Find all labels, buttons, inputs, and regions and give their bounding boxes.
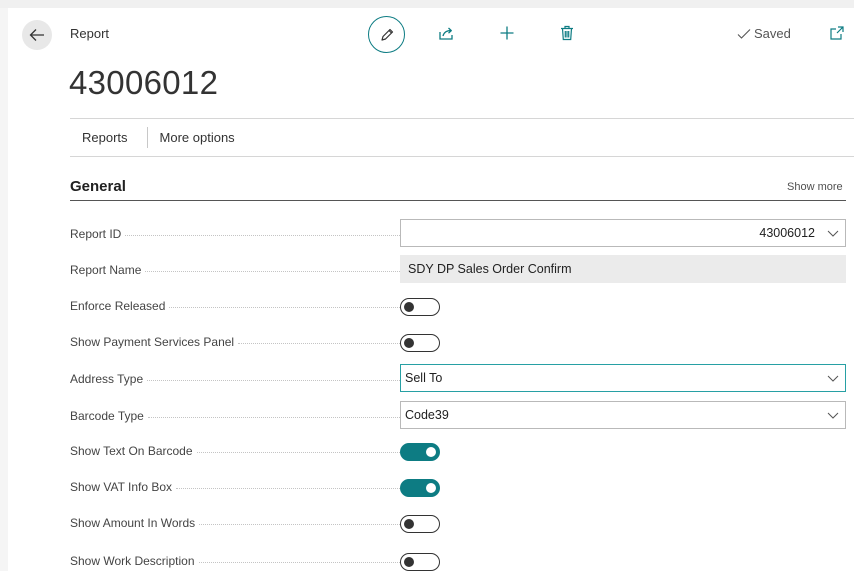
field-enforce-released: Enforce Released — [70, 291, 846, 321]
field-report-id: Report ID 43006012 — [70, 219, 846, 249]
field-address-type: Address Type Sell To — [70, 364, 846, 394]
field-show-work-description: Show Work Description — [70, 546, 846, 571]
back-arrow-icon — [29, 29, 44, 41]
field-show-text-on-barcode: Show Text On Barcode — [70, 436, 846, 466]
action-bar: Reports More options — [70, 119, 247, 156]
show-amount-in-words-toggle[interactable] — [400, 515, 440, 533]
page-title: 43006012 — [69, 64, 219, 101]
action-more-options[interactable]: More options — [148, 130, 247, 145]
field-show-amount-in-words: Show Amount In Words — [70, 508, 846, 538]
field-barcode-type: Barcode Type Code39 — [70, 401, 846, 431]
chevron-down-icon — [821, 230, 845, 237]
field-show-payment-services-panel: Show Payment Services Panel — [70, 327, 846, 357]
field-label: Address Type — [70, 372, 144, 386]
field-label: Show Payment Services Panel — [70, 335, 235, 349]
edit-button[interactable] — [368, 16, 405, 53]
share-icon — [439, 27, 453, 40]
share-button[interactable] — [435, 22, 457, 44]
action-reports[interactable]: Reports — [70, 130, 147, 145]
section-rule — [70, 200, 846, 201]
pencil-icon — [380, 28, 393, 41]
checkmark-icon — [737, 28, 751, 39]
field-report-name: Report Name SDY DP Sales Order Confirm — [70, 255, 846, 285]
field-label: Report Name — [70, 263, 142, 277]
field-show-vat-info-box: Show VAT Info Box — [70, 472, 846, 502]
delete-button[interactable] — [556, 22, 578, 44]
trash-icon — [561, 25, 573, 41]
show-payment-services-panel-toggle[interactable] — [400, 334, 440, 352]
new-button[interactable] — [496, 22, 518, 44]
show-text-on-barcode-toggle[interactable] — [400, 443, 440, 461]
pop-out-icon — [830, 26, 844, 40]
address-type-select[interactable]: Sell To — [400, 364, 846, 392]
barcode-type-select[interactable]: Code39 — [400, 401, 846, 429]
field-label: Barcode Type — [70, 409, 144, 423]
top-strip — [0, 0, 854, 8]
saved-status: Saved — [737, 26, 791, 41]
show-vat-info-box-toggle[interactable] — [400, 479, 440, 497]
chevron-down-icon — [821, 412, 845, 419]
field-label: Report ID — [70, 227, 122, 241]
field-label: Enforce Released — [70, 299, 166, 313]
plus-icon — [500, 26, 514, 40]
field-label: Show Amount In Words — [70, 516, 196, 530]
report-id-value: 43006012 — [759, 226, 815, 240]
chevron-down-icon — [821, 375, 845, 382]
field-label: Show Text On Barcode — [70, 444, 193, 458]
back-button[interactable] — [22, 20, 52, 50]
page-caption: Report — [70, 26, 110, 41]
section-title[interactable]: General — [70, 178, 126, 195]
saved-label: Saved — [754, 26, 791, 41]
report-name-value: SDY DP Sales Order Confirm — [400, 255, 846, 283]
barcode-type-value: Code39 — [405, 408, 449, 422]
show-more-link[interactable]: Show more — [787, 181, 843, 193]
field-label: Show VAT Info Box — [70, 480, 173, 494]
divider — [70, 156, 854, 157]
enforce-released-toggle[interactable] — [400, 298, 440, 316]
open-new-window-button[interactable] — [826, 22, 848, 44]
address-type-value: Sell To — [405, 371, 443, 385]
report-id-select[interactable]: 43006012 — [400, 219, 846, 247]
field-label: Show Work Description — [70, 554, 195, 568]
show-work-description-toggle[interactable] — [400, 553, 440, 571]
